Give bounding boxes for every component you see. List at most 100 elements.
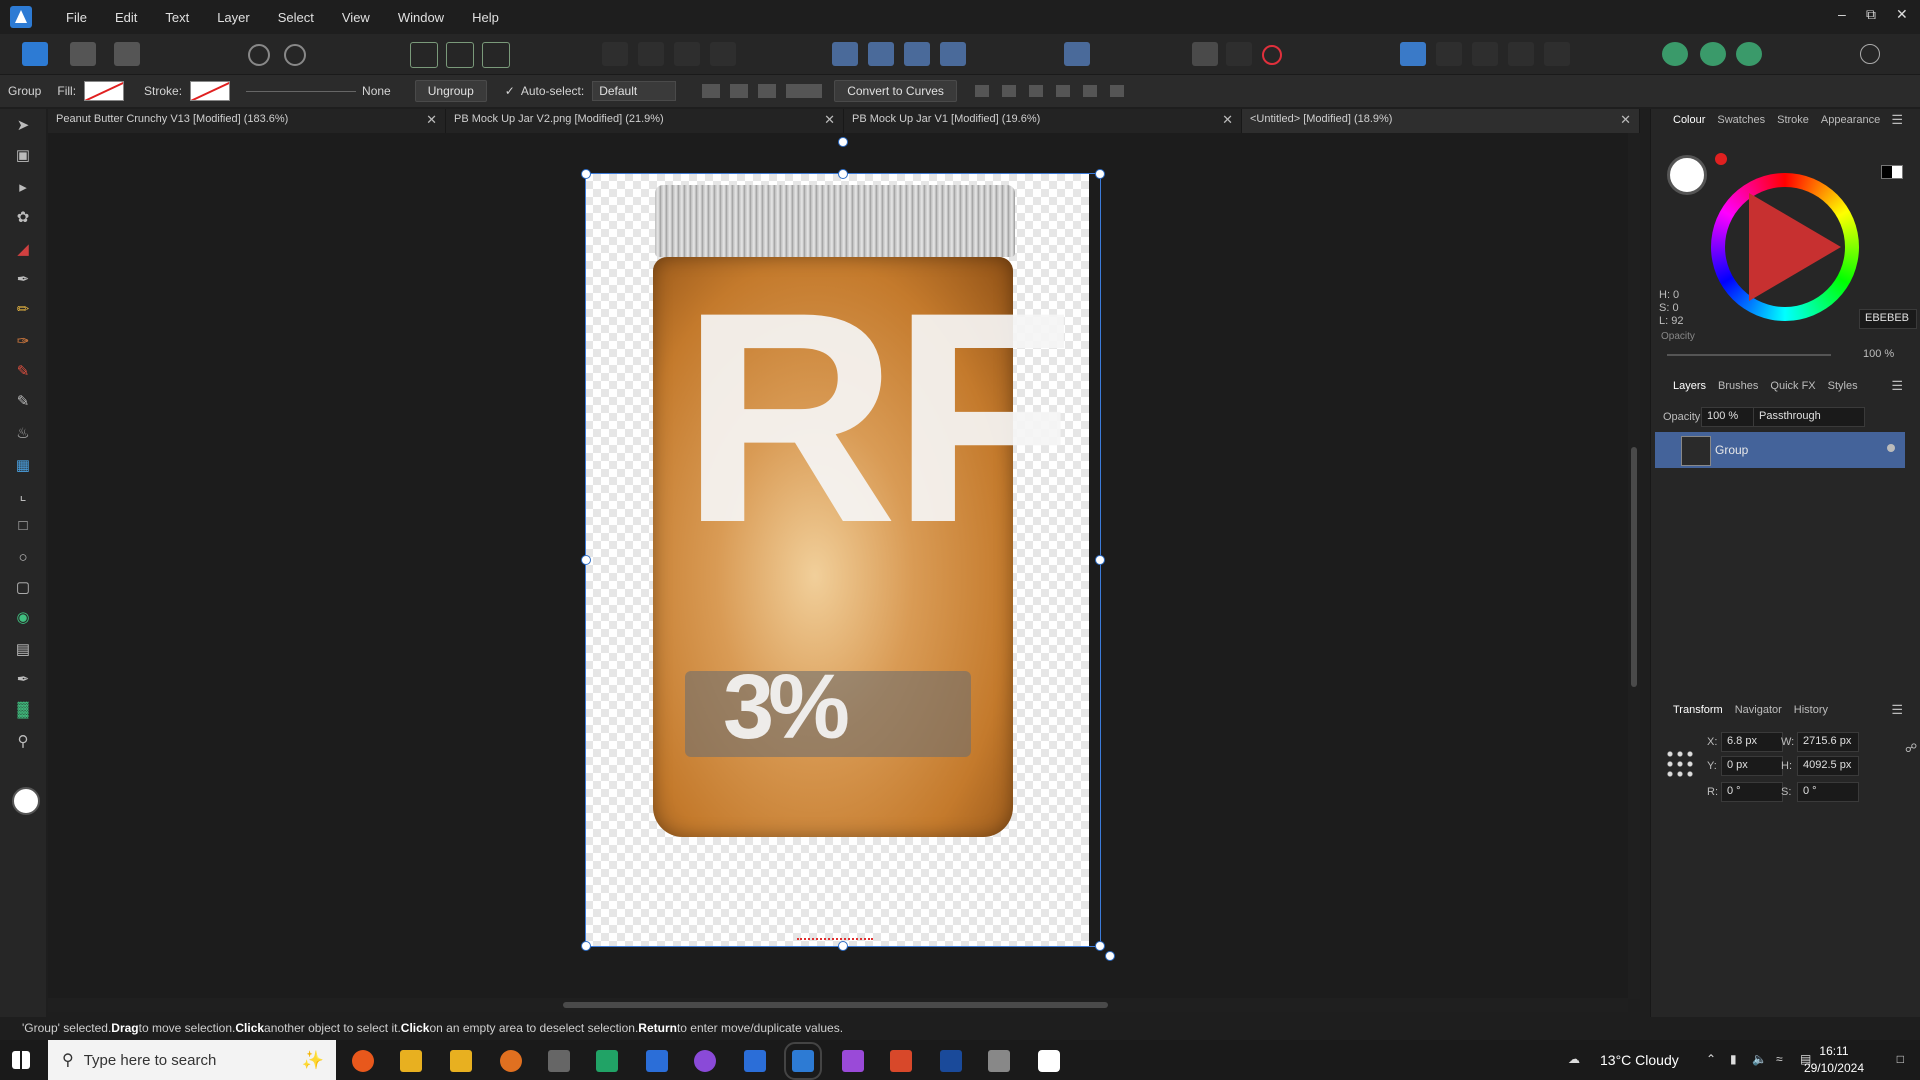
panel-menu-icon[interactable]: ☰ <box>1891 378 1903 394</box>
account-icon[interactable] <box>1860 44 1880 64</box>
layer-row-group[interactable]: Group <box>1655 432 1905 468</box>
select-icon-a[interactable] <box>410 42 438 68</box>
insert-behind-icon[interactable] <box>1436 42 1462 66</box>
flip-horizontal-icon[interactable] <box>832 42 858 66</box>
menu-layer[interactable]: Layer <box>203 10 264 25</box>
tab-brushes[interactable]: Brushes <box>1718 380 1758 392</box>
fill-stroke-selector-icon[interactable] <box>1667 155 1707 195</box>
menu-text[interactable]: Text <box>151 10 203 25</box>
close-tab-icon[interactable]: ✕ <box>1222 112 1233 128</box>
close-tab-icon[interactable]: ✕ <box>824 112 835 128</box>
tab-pb-mockup-v1[interactable]: PB Mock Up Jar V1 [Modified] (19.6%) ✕ <box>844 109 1242 133</box>
panel-menu-icon[interactable]: ☰ <box>1891 702 1903 718</box>
file-explorer-icon[interactable] <box>400 1050 422 1072</box>
rotation-input[interactable]: 0 ° <box>1721 782 1783 802</box>
gradient-tool-icon[interactable]: ▓ <box>12 699 34 719</box>
volume-icon[interactable]: 🔈 <box>1752 1052 1767 1066</box>
affinity-photo-icon[interactable] <box>842 1050 864 1072</box>
artboard-tool-icon[interactable]: ▣ <box>12 145 34 165</box>
menu-help[interactable]: Help <box>458 10 513 25</box>
notifications-icon[interactable]: □ <box>1897 1052 1904 1066</box>
handle-top-left[interactable] <box>581 169 591 179</box>
insert-bottom-icon[interactable] <box>1544 42 1570 66</box>
paint-brush-icon[interactable]: ✎ <box>12 361 34 381</box>
menu-select[interactable]: Select <box>264 10 328 25</box>
lock-aspect-icon[interactable]: ☍ <box>1905 741 1917 755</box>
rectangle-tool-icon[interactable]: □ <box>12 515 34 535</box>
arrange-icon[interactable] <box>1192 42 1218 66</box>
rounded-rect-tool-icon[interactable]: ▢ <box>12 577 34 597</box>
start-icon[interactable] <box>12 1051 30 1069</box>
zoom-tool-icon[interactable]: ⚲ <box>12 731 34 751</box>
opacity-value[interactable]: 100 % <box>1863 348 1894 360</box>
text-tool-icon[interactable]: ▤ <box>12 639 34 659</box>
shear-input[interactable]: 0 ° <box>1797 782 1859 802</box>
crop-tool-icon[interactable]: ⌞ <box>12 485 34 505</box>
handle-top-right[interactable] <box>1095 169 1105 179</box>
layer-visibility-icon[interactable] <box>1887 444 1895 452</box>
tab-pb-mockup-v2[interactable]: PB Mock Up Jar V2.png [Modified] (21.9%)… <box>446 109 844 133</box>
width-input[interactable]: 2715.6 px <box>1797 732 1859 752</box>
align-distribute-icons[interactable] <box>974 85 1135 97</box>
menu-view[interactable]: View <box>328 10 384 25</box>
pencil-tool-icon[interactable]: ✏ <box>12 299 34 319</box>
weather-cloud-icon[interactable]: ☁ <box>1568 1052 1580 1066</box>
opacity-slider[interactable] <box>1667 354 1831 356</box>
insert-top-icon[interactable] <box>1508 42 1534 66</box>
boolean-intersect-icon[interactable] <box>674 42 700 66</box>
app-icon-f[interactable] <box>988 1050 1010 1072</box>
mono-swatch-icon[interactable] <box>1881 165 1903 179</box>
color-picker-icon[interactable]: ✒ <box>12 669 34 689</box>
snapping-toggle-icon[interactable] <box>284 44 306 66</box>
contour-tool-icon[interactable]: ✿ <box>12 207 34 227</box>
app-icon-d[interactable] <box>744 1050 766 1072</box>
rotate-right-icon[interactable] <box>940 42 966 66</box>
boolean-divide-icon[interactable] <box>710 42 736 66</box>
affinity-designer-icon[interactable] <box>784 1042 822 1080</box>
wifi-icon[interactable]: ≈ <box>1776 1052 1783 1066</box>
anchor-point-selector[interactable] <box>1665 749 1695 779</box>
tab-peanut-butter-crunchy[interactable]: Peanut Butter Crunchy V13 [Modified] (18… <box>48 109 446 133</box>
handle-bottom-right[interactable] <box>1095 941 1105 951</box>
pen-tool-icon[interactable]: ✒ <box>12 269 34 289</box>
pixel-persona-icon[interactable] <box>70 42 96 66</box>
ungroup-button[interactable]: Ungroup <box>414 80 487 102</box>
place-image-icon[interactable]: ▦ <box>12 455 34 475</box>
stroke-swatch[interactable] <box>190 81 231 101</box>
menu-window[interactable]: Window <box>384 10 458 25</box>
vector-brush-icon[interactable]: ✑ <box>12 331 34 351</box>
tab-transform[interactable]: Transform <box>1673 704 1723 716</box>
tab-layers[interactable]: Layers <box>1673 380 1706 392</box>
app-icon-b[interactable] <box>548 1050 570 1072</box>
corner-tool-icon[interactable]: ◢ <box>12 239 34 259</box>
ellipse-tool-icon[interactable]: ○ <box>12 547 34 567</box>
align-icon[interactable] <box>1064 42 1090 66</box>
handle-middle-right[interactable] <box>1095 555 1105 565</box>
handle-bottom-middle[interactable] <box>838 941 848 951</box>
vertical-scroll-thumb[interactable] <box>1631 447 1637 687</box>
taskbar-search[interactable]: ⚲ Type here to search ✨ <box>48 1040 336 1080</box>
battery-icon[interactable]: ▮ <box>1730 1052 1737 1066</box>
saturation-triangle[interactable] <box>1749 193 1841 301</box>
canvas[interactable]: RF 3% <box>48 133 1628 999</box>
fill-tool-icon[interactable]: ♨ <box>12 423 34 443</box>
handle-middle-left[interactable] <box>581 555 591 565</box>
flip-vertical-icon[interactable] <box>868 42 894 66</box>
restore-icon[interactable]: ⧉ <box>1866 6 1876 23</box>
close-tab-icon[interactable]: ✕ <box>426 112 437 128</box>
tab-colour[interactable]: Colour <box>1673 114 1705 126</box>
affinity-publisher-icon[interactable] <box>890 1050 912 1072</box>
close-tab-icon[interactable]: ✕ <box>1620 112 1631 128</box>
boolean-subtract-icon[interactable] <box>638 42 664 66</box>
tab-navigator[interactable]: Navigator <box>1735 704 1782 716</box>
panel-menu-icon[interactable]: ☰ <box>1891 112 1903 128</box>
order-icon[interactable] <box>1226 42 1252 66</box>
copilot-sparkle-icon[interactable]: ✨ <box>302 1050 324 1071</box>
handle-top-middle[interactable] <box>838 169 848 179</box>
node-tool-icon[interactable]: ▸ <box>12 177 34 197</box>
insert-front-icon[interactable] <box>1472 42 1498 66</box>
shape-tool-icon[interactable]: ◉ <box>12 607 34 627</box>
hex-input[interactable]: EBEBEB <box>1859 309 1917 329</box>
insert-inside-icon[interactable] <box>1400 42 1426 66</box>
select-icon-c[interactable] <box>482 42 510 68</box>
